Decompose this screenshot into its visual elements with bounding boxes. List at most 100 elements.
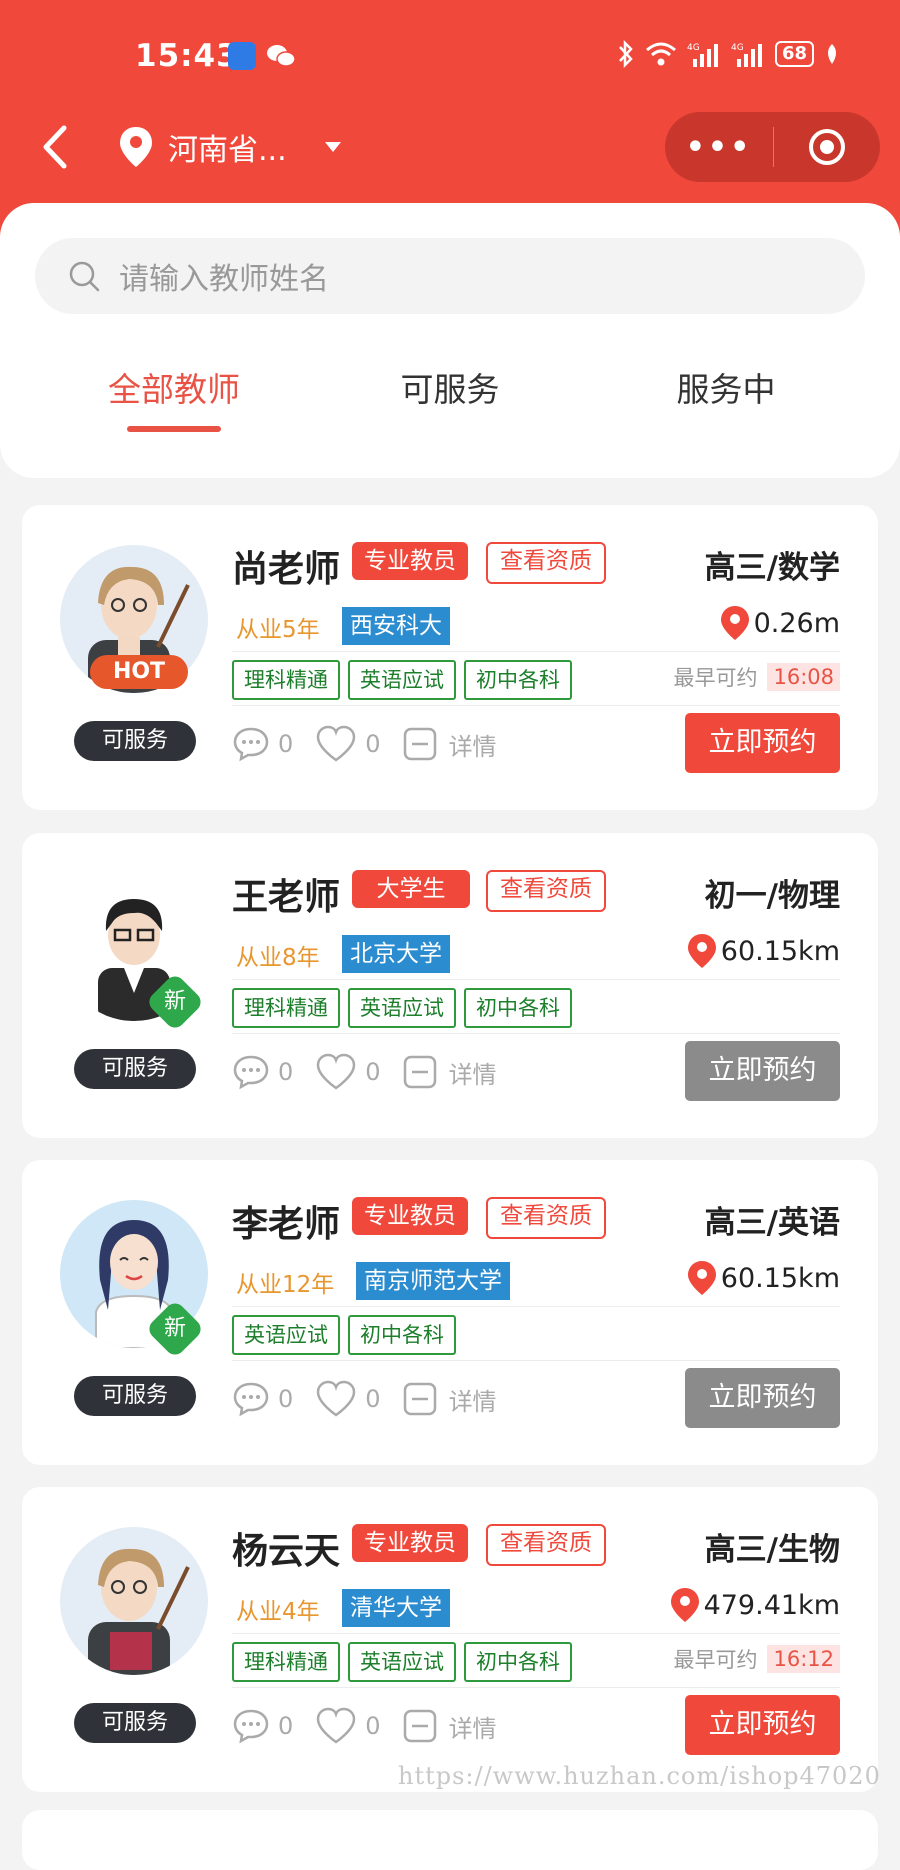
earliest-booking: 最早可约 16:08 xyxy=(673,662,840,692)
teacher-card[interactable]: HOT 可服务 尚老师 专业教员 查看资质 高三/数学 从业5年 西安科大 0.… xyxy=(22,505,878,810)
skill-tag: 初中各科 xyxy=(348,1315,456,1355)
svg-text:4G: 4G xyxy=(687,43,700,53)
divider xyxy=(232,651,840,652)
grade-subject: 初一/物理 xyxy=(704,878,840,914)
divider xyxy=(232,1633,840,1634)
school-badge: 清华大学 xyxy=(342,1589,450,1627)
card-actions: 0 0 详情 xyxy=(232,1053,497,1091)
comment-icon[interactable] xyxy=(232,1381,270,1417)
teacher-card[interactable]: 新 可服务 王老师 大学生 查看资质 初一/物理 从业8年 北京大学 60.15… xyxy=(22,833,878,1138)
earliest-time: 16:08 xyxy=(767,663,840,691)
dropdown-caret-icon xyxy=(324,142,341,152)
location-selector[interactable]: 河南省... xyxy=(118,124,343,170)
earliest-label: 最早可约 xyxy=(673,666,758,690)
view-qualification-button[interactable]: 查看资质 xyxy=(486,870,606,912)
view-qualification-button[interactable]: 查看资质 xyxy=(486,1197,606,1239)
filter-panel: 请输入教师姓名 全部教师 可服务 服务中 xyxy=(0,203,900,478)
teacher-type-badge: 专业教员 xyxy=(352,1197,468,1235)
detail-icon[interactable] xyxy=(403,727,437,761)
school-badge: 北京大学 xyxy=(342,935,450,973)
book-now-button[interactable]: 立即预约 xyxy=(685,713,840,773)
watermark: https://www.huzhan.com/ishop47020 xyxy=(398,1762,881,1790)
teacher-card[interactable]: 新 可服务 李老师 专业教员 查看资质 高三/英语 从业12年 南京师范大学 6… xyxy=(22,1160,878,1465)
signal-icon-1: 4G xyxy=(687,43,718,67)
skill-tag: 英语应试 xyxy=(348,988,456,1028)
comment-count: 0 xyxy=(278,1385,294,1413)
avatar xyxy=(60,1527,208,1675)
like-count: 0 xyxy=(365,730,381,758)
status-badge: 可服务 xyxy=(74,721,196,761)
skill-tags: 理科精通 英语应试 初中各科 xyxy=(232,660,572,700)
distance-value: 479.41km xyxy=(703,1589,840,1621)
skill-tag: 英语应试 xyxy=(348,1642,456,1682)
skill-tag: 理科精通 xyxy=(232,988,340,1028)
card-actions: 0 0 详情 xyxy=(232,1707,497,1745)
tab-bar: 全部教师 可服务 服务中 xyxy=(0,353,900,433)
tab-all-teachers[interactable]: 全部教师 xyxy=(74,363,274,411)
divider xyxy=(232,705,840,706)
leaf-icon xyxy=(828,44,836,64)
years-experience: 从业4年 xyxy=(236,1599,320,1625)
detail-icon[interactable] xyxy=(403,1055,437,1089)
close-miniapp-button[interactable] xyxy=(774,127,880,167)
back-arrow-icon[interactable] xyxy=(40,124,70,170)
map-pin-icon xyxy=(670,1588,699,1622)
skill-tags: 英语应试 初中各科 xyxy=(232,1315,456,1355)
detail-icon[interactable] xyxy=(403,1709,437,1743)
comment-count: 0 xyxy=(278,730,294,758)
signal-icon-2: 4G xyxy=(731,43,762,67)
more-menu-button[interactable]: ••• xyxy=(665,130,773,165)
heart-icon[interactable] xyxy=(315,1380,357,1418)
detail-link[interactable]: 详情 xyxy=(449,727,497,762)
grade-subject: 高三/生物 xyxy=(704,1532,840,1568)
distance: 60.15km xyxy=(687,933,840,969)
card-actions: 0 0 详情 xyxy=(232,725,497,763)
search-input[interactable]: 请输入教师姓名 xyxy=(35,238,865,314)
heart-icon[interactable] xyxy=(315,1707,357,1745)
teacher-name: 李老师 xyxy=(232,1204,341,1245)
view-qualification-button[interactable]: 查看资质 xyxy=(486,542,606,584)
svg-text:4G: 4G xyxy=(731,43,744,53)
school-badge: 西安科大 xyxy=(342,607,450,645)
comment-count: 0 xyxy=(278,1712,294,1740)
divider xyxy=(232,1360,840,1361)
like-count: 0 xyxy=(365,1058,381,1086)
comment-icon[interactable] xyxy=(232,1054,270,1090)
comment-icon[interactable] xyxy=(232,726,270,762)
book-now-button[interactable]: 立即预约 xyxy=(685,1041,840,1101)
active-tab-indicator xyxy=(127,426,221,432)
target-icon xyxy=(809,129,845,165)
tab-available[interactable]: 可服务 xyxy=(350,363,550,411)
location-label: 河南省... xyxy=(168,133,287,168)
map-pin-icon xyxy=(687,934,716,968)
earliest-time: 16:12 xyxy=(767,1645,840,1673)
wifi-icon xyxy=(645,42,676,66)
skill-tag: 理科精通 xyxy=(232,1642,340,1682)
divider xyxy=(232,979,840,980)
detail-link[interactable]: 详情 xyxy=(449,1709,497,1744)
detail-icon[interactable] xyxy=(403,1382,437,1416)
system-icons: 4G 4G 68 xyxy=(617,40,840,68)
detail-link[interactable]: 详情 xyxy=(449,1055,497,1090)
teacher-name: 杨云天 xyxy=(232,1531,341,1572)
view-qualification-button[interactable]: 查看资质 xyxy=(486,1524,606,1566)
comment-count: 0 xyxy=(278,1058,294,1086)
tab-in-service[interactable]: 服务中 xyxy=(626,363,826,411)
heart-icon[interactable] xyxy=(315,725,357,763)
book-now-button[interactable]: 立即预约 xyxy=(685,1368,840,1428)
bluetooth-icon xyxy=(619,40,633,68)
heart-icon[interactable] xyxy=(315,1053,357,1091)
years-experience: 从业12年 xyxy=(236,1272,335,1298)
detail-link[interactable]: 详情 xyxy=(449,1382,497,1417)
book-now-button[interactable]: 立即预约 xyxy=(685,1695,840,1755)
distance-value: 0.26m xyxy=(753,607,840,639)
distance-value: 60.15km xyxy=(720,935,840,967)
wechat-icon xyxy=(266,42,296,70)
comment-icon[interactable] xyxy=(232,1708,270,1744)
teacher-card[interactable]: 可服务 杨云天 专业教员 查看资质 高三/生物 从业4年 清华大学 479.41… xyxy=(22,1487,878,1792)
skill-tags: 理科精通 英语应试 初中各科 xyxy=(232,988,572,1028)
grade-subject: 高三/数学 xyxy=(704,550,840,586)
earliest-label: 最早可约 xyxy=(673,1648,758,1672)
miniapp-capsule: ••• xyxy=(665,112,880,182)
next-card-partial xyxy=(22,1810,878,1870)
